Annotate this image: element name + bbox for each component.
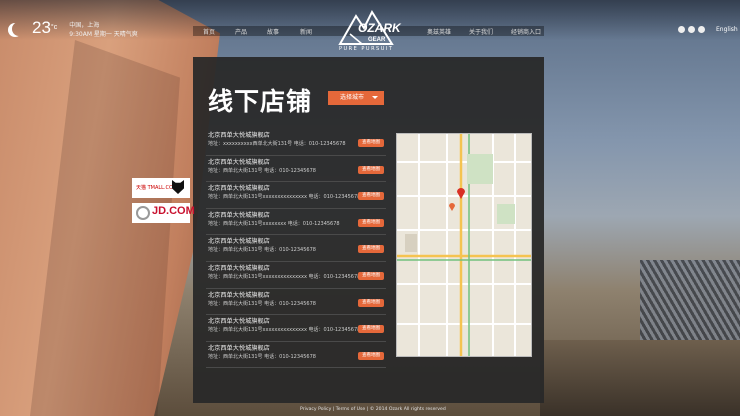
wechat-icon[interactable] — [688, 26, 695, 33]
nav-item-products[interactable]: 产品 — [235, 27, 247, 36]
view-map-button[interactable]: 查看地图 — [358, 271, 384, 280]
background-ground — [540, 340, 740, 416]
store-item: 北京西单大悦城旗舰店 地址：西单北大街131号 电话：010-12345678 … — [206, 342, 386, 369]
store-address: 地址：西单北大街131号xxxxxxxxxxxxxxx 电话：010-12345… — [208, 327, 361, 334]
jd-link[interactable]: JD.COM — [132, 203, 195, 223]
store-item: 北京西单大悦城旗舰店 地址：xxxxxxxxxx西单北大街131号 电话：010… — [206, 129, 386, 156]
weather-location: 中国，上海 — [69, 22, 100, 29]
store-name: 北京西单大悦城旗舰店 — [208, 185, 270, 193]
view-map-button[interactable]: 查看地图 — [358, 351, 384, 360]
logo-wordmark: OZARK — [358, 21, 402, 35]
store-address: 地址：西单北大街131号 电话：010-12345678 — [208, 300, 316, 307]
jd-dog-icon — [136, 206, 150, 220]
weather-time: 9:30AM 星期一 天晴气爽 — [69, 31, 138, 38]
nav-item-heroes[interactable]: 奥兹英雄 — [427, 27, 451, 36]
view-map-button[interactable]: 查看地图 — [358, 165, 384, 174]
view-map-button[interactable]: 查看地图 — [358, 245, 384, 254]
store-item: 北京西单大悦城旗舰店 地址：西单北大街131号xxxxxxxxxxxxxxx 电… — [206, 182, 386, 209]
tmall-label: 天猫 TMALL.COM — [136, 185, 178, 191]
store-item: 北京西单大悦城旗舰店 地址：西单北大街131号 电话：010-12345678 … — [206, 235, 386, 262]
store-address: 地址：xxxxxxxxxx西单北大街131号 电话：010-12345678 — [208, 141, 346, 147]
store-name: 北京西单大悦城旗舰店 — [208, 158, 270, 166]
store-item: 北京西单大悦城旗舰店 地址：西单北大街131号 电话：010-12345678 … — [206, 289, 386, 316]
view-map-button[interactable]: 查看地图 — [358, 139, 384, 147]
weather-details: 中国，上海 9:30AM 星期一 天晴气爽 — [69, 21, 138, 39]
store-address: 地址：西单北大街131号xxxxxxxxxxxxxxx 电话：010-12345… — [208, 194, 361, 201]
store-item: 北京西单大悦城旗舰店 地址：西单北大街131号xxxxxxxx 电话：010-1… — [206, 209, 386, 236]
store-address: 地址：西单北大街131号 电话：010-12345678 — [208, 353, 316, 360]
social-links — [678, 26, 705, 33]
footer-links[interactable]: Privacy Policy | Terms of Use | © 2014 O… — [300, 407, 446, 412]
view-map-button[interactable]: 查看地图 — [358, 325, 384, 334]
chevron-down-icon — [372, 96, 378, 99]
language-switch[interactable]: English — [716, 26, 738, 33]
store-name: 北京西单大悦城旗舰店 — [208, 132, 270, 139]
store-name: 北京西单大悦城旗舰店 — [208, 238, 270, 246]
temperature-value: 23 — [32, 18, 51, 37]
page-title: 线下店铺 — [208, 87, 313, 116]
store-list: 北京西单大悦城旗舰店 地址：xxxxxxxxxx西单北大街131号 电话：010… — [206, 129, 386, 369]
nav-item-about[interactable]: 关于我们 — [469, 27, 493, 36]
qq-icon[interactable] — [698, 26, 705, 33]
store-name: 北京西单大悦城旗舰店 — [208, 264, 270, 272]
logo-tagline: PURE PURSUIT — [339, 46, 394, 52]
jd-label: JD.COM — [152, 205, 195, 217]
view-map-button[interactable]: 查看地图 — [358, 192, 384, 201]
temperature: 23°c — [32, 18, 57, 38]
view-map-button[interactable]: 查看地图 — [358, 298, 384, 307]
moon-icon — [12, 22, 26, 36]
nav-item-dealer[interactable]: 经销商入口 — [511, 27, 541, 36]
store-item: 北京西单大悦城旗舰店 地址：西单北大街131号xxxxxxxxxxxxxxx 电… — [206, 315, 386, 342]
store-address: 地址：西单北大街131号 电话：010-12345678 — [208, 247, 316, 254]
online-shop-links: 天猫 TMALL.COM JD.COM — [132, 178, 195, 228]
weather-widget: 23°c 中国，上海 9:30AM 星期一 天晴气爽 — [8, 18, 138, 39]
store-name: 北京西单大悦城旗舰店 — [208, 291, 270, 299]
store-item: 北京西单大悦城旗舰店 地址：西单北大街131号xxxxxxxxxxxxxxx 电… — [206, 262, 386, 289]
city-select[interactable]: 选择城市 — [328, 91, 384, 105]
nav-item-news[interactable]: 新闻 — [300, 27, 312, 36]
store-item: 北京西单大悦城旗舰店 地址：西单北大街131号 电话：010-12345678 … — [206, 156, 386, 183]
store-map[interactable] — [396, 133, 532, 357]
store-name: 北京西单大悦城旗舰店 — [208, 211, 270, 219]
store-address: 地址：西单北大街131号xxxxxxxxxxxxxxx 电话：010-12345… — [208, 273, 361, 280]
nav-item-stories[interactable]: 故事 — [267, 27, 279, 36]
city-select-label: 选择城市 — [340, 94, 365, 101]
tmall-link[interactable]: 天猫 TMALL.COM — [132, 178, 190, 198]
logo-submark: GEAR — [368, 37, 386, 43]
tmall-cat-icon — [172, 180, 184, 194]
view-map-button[interactable]: 查看地图 — [358, 218, 384, 227]
store-address: 地址：西单北大街131号 电话：010-12345678 — [208, 167, 316, 174]
weibo-icon[interactable] — [678, 26, 685, 33]
map-canvas — [397, 134, 531, 356]
store-name: 北京西单大悦城旗舰店 — [208, 344, 270, 352]
nav-item-home[interactable]: 首页 — [203, 27, 215, 36]
store-name: 北京西单大悦城旗舰店 — [208, 318, 270, 326]
store-address: 地址：西单北大街131号xxxxxxxx 电话：010-12345678 — [208, 220, 340, 227]
temperature-unit: °c — [50, 24, 58, 31]
